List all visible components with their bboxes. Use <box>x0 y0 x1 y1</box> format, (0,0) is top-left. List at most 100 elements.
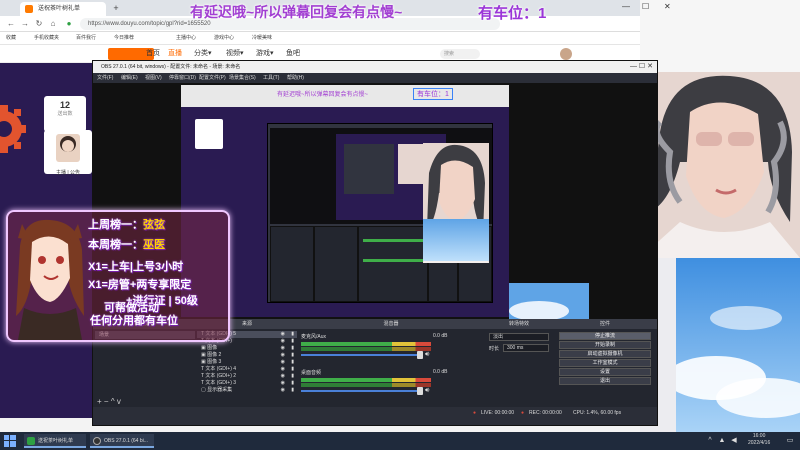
source-item[interactable]: T 文本 (GDI+) 4 ◉ ▮ <box>197 366 297 373</box>
overlay-line-6: 可帮做活动 <box>104 302 159 314</box>
mixer-track-name: 桌面音频 <box>301 370 322 376</box>
mixer-track-db: 0.0 dB <box>433 369 448 375</box>
tray-chevron-icon[interactable]: ^ <box>706 437 714 445</box>
nested-dock <box>314 226 358 302</box>
recursive-obs-frame <box>344 144 394 194</box>
obs-app-icon <box>93 437 101 445</box>
obs-menubar: 文件(F) 编辑(E) 视图(V) 停靠窗口(D) 配置文件(P) 场景集合(S… <box>93 73 657 83</box>
forward-icon[interactable]: → <box>20 19 30 29</box>
preview-sky-small <box>509 283 589 319</box>
start-recording-button[interactable]: 开始录制 <box>559 341 651 349</box>
anime-mascot <box>16 219 84 340</box>
menu-file[interactable]: 文件(F) <box>97 73 113 83</box>
bookmark-item[interactable]: 今日推荐 <box>114 32 134 45</box>
bookmarks-bar: 收藏 手机收藏夹 百件我行 今日推荐 主播中心 游戏中心 冷暖美味 <box>0 32 680 45</box>
source-item[interactable]: ▣ 图像 3 ◉ ▮ <box>197 359 297 366</box>
volume-fader[interactable] <box>301 390 421 392</box>
controls-dock: 停止推流 开始录制 启动虚拟摄像机 工作室模式 设置 退出 <box>553 329 657 407</box>
source-item[interactable]: ▢ 显示器采集 ◉ ▮ <box>197 387 297 394</box>
bookmark-item[interactable]: 主播中心 <box>176 32 196 45</box>
nav-yuba[interactable]: 鱼吧 <box>286 48 300 60</box>
browser-app-icon <box>27 437 35 445</box>
bookmark-item[interactable]: 冷暖美味 <box>252 32 272 45</box>
notification-icon[interactable]: ▭ <box>786 437 794 445</box>
new-tab-button[interactable]: + <box>110 2 122 14</box>
source-item[interactable]: ▣ 图像 2 ◉ ▮ <box>197 352 297 359</box>
source-item[interactable]: T 文本 (GDI+) 2 ◉ ▮ <box>197 373 297 380</box>
menu-tools[interactable]: 工具(T) <box>263 73 279 83</box>
volume-fader[interactable] <box>301 354 421 356</box>
room-rank-number: 12 <box>59 100 70 110</box>
volume-fader-handle[interactable] <box>417 351 423 359</box>
virtual-camera-button[interactable]: 启动虚拟摄像机 <box>559 350 651 358</box>
nav-live[interactable]: 直播 <box>168 48 182 60</box>
visibility-eye-icon: ◉ <box>280 331 285 337</box>
bookmark-item[interactable]: 手机收藏夹 <box>34 32 59 45</box>
obs-window-controls[interactable]: — ☐ ✕ <box>630 61 653 73</box>
live-time: LIVE: 00:00:00 <box>481 410 515 416</box>
browser-tab[interactable]: 送祝茶叶树礼单 <box>20 2 106 16</box>
back-icon[interactable]: ← <box>6 19 16 29</box>
taskbar-item-obs[interactable]: OBS 27.0.1 (64 bi... <box>90 434 154 448</box>
browser-window-controls[interactable]: — ☐ ✕ <box>620 2 680 14</box>
nested-dock <box>270 226 314 302</box>
menu-edit[interactable]: 编辑(E) <box>121 73 138 83</box>
live-dot-icon: ● <box>473 410 477 416</box>
nav-home[interactable]: 首页 <box>146 48 160 60</box>
nav-game[interactable]: 游戏▾ <box>256 48 274 60</box>
mixer-track: 桌面音频 0.0 dB 🔊︎ <box>301 369 481 399</box>
preview-seat: 有车位：1 <box>413 88 453 100</box>
transition-select[interactable]: 淡出 <box>489 333 549 341</box>
transitions-dock-title: 转场特效 <box>485 319 553 329</box>
transition-duration-input[interactable]: 300 ms <box>503 344 549 352</box>
mixer-dock-title: 混音器 <box>297 319 485 329</box>
bookmark-item[interactable]: 收藏 <box>6 32 16 45</box>
anchor-card[interactable]: 主播 | 公告 <box>44 130 92 176</box>
browser-tab-label: 送祝茶叶树礼单 <box>38 6 81 12</box>
reload-icon[interactable]: ↻ <box>34 19 44 29</box>
menu-docks[interactable]: 停靠窗口(D) <box>169 73 196 83</box>
nav-category[interactable]: 分类▾ <box>194 48 212 60</box>
network-icon[interactable]: ▲ <box>718 437 726 445</box>
transition-duration-label: 时长 <box>489 346 500 352</box>
bookmark-item[interactable]: 百件我行 <box>76 32 96 45</box>
taskbar-item-browser[interactable]: 送祝茶叶树礼单 <box>24 434 86 448</box>
room-rank-card: 12 送出数 <box>44 96 86 132</box>
volume-fader-handle[interactable] <box>417 387 423 395</box>
taskbar: 送祝茶叶树礼单 OBS 27.0.1 (64 bi... ^ ▲ ◀ 16:00… <box>0 432 800 450</box>
obs-status-bar: ● LIVE: 00:00:00 ● REC: 00:00:00 CPU: 1.… <box>93 407 657 419</box>
exit-button[interactable]: 退出 <box>559 377 651 385</box>
menu-help[interactable]: 帮助(H) <box>287 73 304 83</box>
nested-dock <box>358 226 428 302</box>
douyu-favicon-icon <box>25 5 33 13</box>
visibility-eye-icon: ◉ <box>280 352 285 358</box>
source-item[interactable]: T 文本 (GDI+) 3 ◉ ▮ <box>197 380 297 387</box>
windows-start-icon[interactable] <box>4 435 16 447</box>
visibility-eye-icon: ◉ <box>280 338 285 344</box>
settings-button[interactable]: 设置 <box>559 368 651 376</box>
site-search-input[interactable]: 搜索 <box>440 49 480 59</box>
clock-date: 2022/4/16 <box>748 440 771 446</box>
menu-profile[interactable]: 配置文件(P) <box>199 73 226 83</box>
speaker-icon[interactable]: 🔊︎ <box>425 387 429 395</box>
source-item[interactable]: ▣ 图像 ◉ ▮ <box>197 345 297 352</box>
stop-streaming-button[interactable]: 停止推流 <box>559 332 651 340</box>
scenes-dock-buttons[interactable]: + − ^ v <box>97 397 121 406</box>
lock-icon: ▮ <box>291 387 294 393</box>
volume-meter <box>301 347 431 351</box>
home-icon[interactable]: ⌂ <box>48 19 58 29</box>
speaker-icon[interactable]: 🔊︎ <box>425 351 429 359</box>
stream-banner: 有延迟哦~所以弹幕回复会有点慢~ <box>190 4 403 20</box>
volume-icon[interactable]: ◀ <box>730 437 738 445</box>
menu-view[interactable]: 视图(V) <box>145 73 162 83</box>
taskbar-clock[interactable]: 16:00 2022/4/16 <box>748 433 770 447</box>
preview-anchor-card <box>195 119 223 149</box>
transitions-dock: 淡出 时长 300 ms <box>485 329 553 407</box>
studio-mode-button[interactable]: 工作室模式 <box>559 359 651 367</box>
nav-video[interactable]: 视频▾ <box>226 48 244 60</box>
overlay-footer-text: 可帮做活动 任何分用都有车位 <box>90 302 178 328</box>
mixer-dock: 麦克风/Aux 0.0 dB 🔊︎ 桌面音频 0.0 dB 🔊︎ <box>297 329 485 407</box>
bookmark-item[interactable]: 游戏中心 <box>214 32 234 45</box>
user-avatar[interactable] <box>560 48 572 60</box>
menu-scene-collection[interactable]: 场景集合(S) <box>229 73 256 83</box>
